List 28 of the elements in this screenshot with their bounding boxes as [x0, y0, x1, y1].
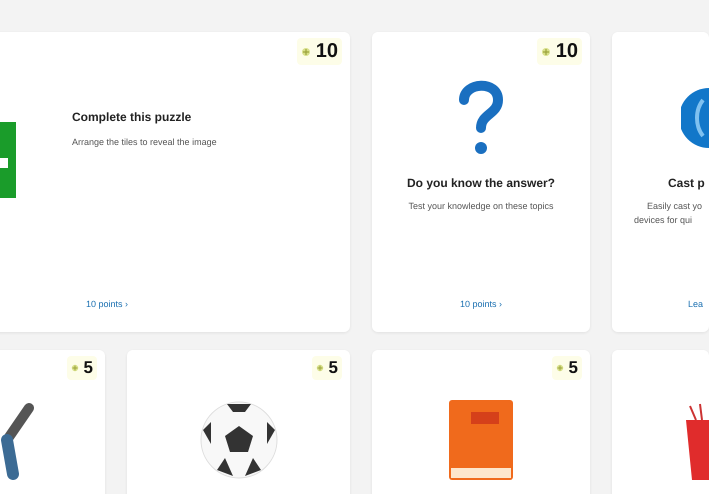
medal-icon — [316, 364, 324, 372]
points-badge: 10 — [296, 38, 342, 65]
medal-icon — [556, 364, 564, 372]
card-description: Test your knowledge on these topics — [408, 200, 554, 213]
task-card[interactable]: 5 — [0, 350, 105, 494]
points-badge: 10 — [536, 38, 582, 65]
points-link[interactable]: 10 points › — [86, 299, 128, 309]
book-icon — [449, 400, 513, 480]
card-title: Complete this puzzle — [72, 110, 192, 124]
card-description: Easily cast yo — [646, 200, 702, 213]
wrench-icon — [0, 400, 35, 480]
medal-icon — [540, 46, 551, 56]
globe-icon — [681, 88, 709, 148]
card-title: Cast p — [667, 176, 705, 190]
points-badge: 5 — [552, 356, 582, 380]
card-title: Do you know the answer? — [406, 176, 556, 190]
task-card[interactable]: 5 — [127, 350, 350, 494]
card-description: Arrange the tiles to reveal the image — [72, 136, 218, 149]
medal-icon — [300, 46, 311, 56]
points-badge: 5 — [66, 356, 97, 380]
points-badge: 5 — [312, 356, 342, 380]
points-link[interactable]: Lea — [688, 299, 704, 309]
soccer-ball-icon — [198, 400, 278, 480]
points-link[interactable]: 10 points › — [460, 299, 502, 309]
task-card[interactable] — [612, 350, 709, 494]
card-description: devices for qui — [633, 214, 692, 227]
task-card[interactable]: 5 — [372, 350, 590, 494]
medal-icon — [70, 364, 79, 372]
